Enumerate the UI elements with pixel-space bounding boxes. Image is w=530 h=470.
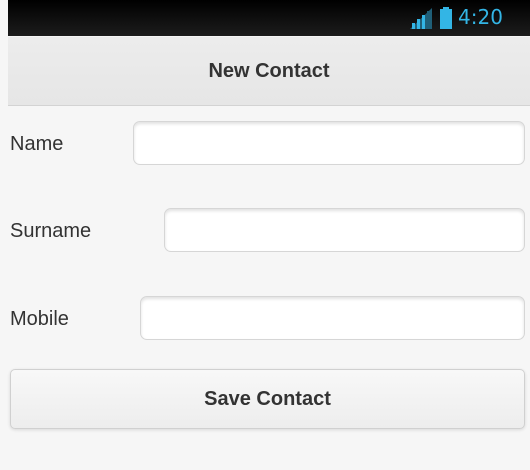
surname-label: Surname xyxy=(10,220,92,242)
battery-icon xyxy=(440,7,452,29)
page-header: New Contact xyxy=(8,37,530,106)
status-bar: 4:20 xyxy=(8,0,530,36)
mobile-label: Mobile xyxy=(10,308,69,330)
name-label: Name xyxy=(10,133,64,155)
save-contact-button[interactable]: Save Contact xyxy=(10,369,525,429)
mobile-input[interactable] xyxy=(140,296,525,340)
name-input[interactable] xyxy=(133,121,525,165)
signal-icon xyxy=(410,8,432,29)
surname-input[interactable] xyxy=(164,208,525,252)
app-screen: 4:20 New Contact Name Surname Mobile Sav… xyxy=(8,0,530,470)
page-title: New Contact xyxy=(208,60,330,82)
status-time: 4:20 xyxy=(458,5,503,29)
